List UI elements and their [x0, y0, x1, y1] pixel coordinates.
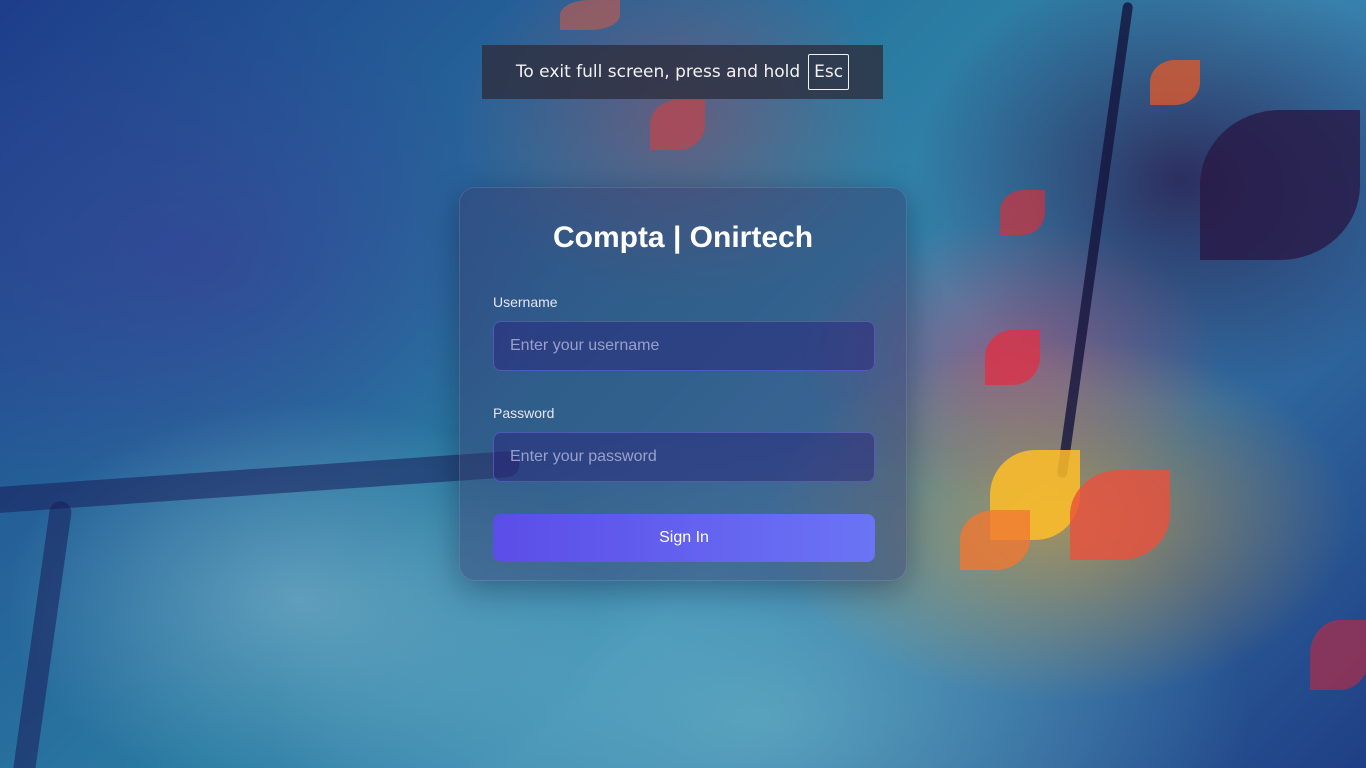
esc-key-hint: Esc: [808, 54, 850, 90]
username-input[interactable]: [493, 321, 875, 371]
login-card: Compta | Onirtech Username Password Sign…: [459, 187, 907, 581]
background-leaf: [1150, 60, 1200, 105]
background-leaf: [1000, 190, 1045, 235]
login-title: Compta | Onirtech: [552, 221, 814, 254]
password-label: Password: [493, 405, 555, 421]
background-leaf: [1070, 470, 1170, 560]
background-leaf: [985, 330, 1040, 385]
background-branch: [1056, 1, 1134, 479]
fullscreen-notice-text: To exit full screen, press and hold: [515, 62, 801, 82]
sign-in-button[interactable]: Sign In: [493, 514, 875, 562]
password-input[interactable]: [493, 432, 875, 482]
background-branch: [0, 450, 521, 516]
fullscreen-exit-notice: To exit full screen, press and hold Esc: [482, 45, 883, 99]
background-leaf: [560, 0, 620, 30]
background-leaf: [1200, 110, 1360, 260]
background-branch: [9, 499, 73, 768]
background-leaf: [960, 510, 1030, 570]
username-label: Username: [493, 294, 558, 310]
background-leaf: [1310, 620, 1366, 690]
background-leaf: [650, 100, 705, 150]
